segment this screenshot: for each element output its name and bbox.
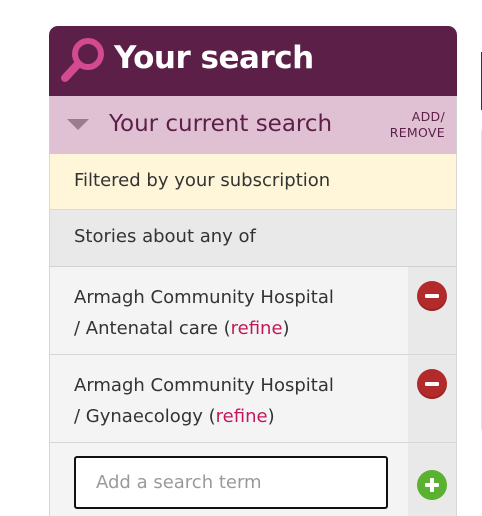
term-title: Armagh Community Hospital <box>74 375 334 396</box>
stories-about-label: Stories about any of <box>49 210 457 267</box>
term-suffix: ) <box>267 406 275 427</box>
search-term-row: Armagh Community Hospital / Antenatal ca… <box>49 267 457 355</box>
add-term-button[interactable] <box>417 470 447 500</box>
add-remove-link[interactable]: ADD/ REMOVE <box>390 109 445 141</box>
add-remove-line2[interactable]: REMOVE <box>390 125 445 141</box>
current-search-bar[interactable]: Your current search ADD/ REMOVE <box>49 96 457 154</box>
term-suffix: ) <box>282 318 290 339</box>
term-action-column <box>408 355 456 442</box>
remove-term-button[interactable] <box>417 281 447 311</box>
add-action-column <box>408 443 456 516</box>
your-search-panel: Your search Your current search ADD/ REM… <box>49 26 457 516</box>
collapse-caret-icon[interactable] <box>67 119 89 130</box>
magnifier-icon <box>61 38 104 82</box>
panel-header: Your search <box>49 26 457 96</box>
refine-link[interactable]: refine <box>216 406 268 427</box>
search-term-text: Armagh Community Hospital / Gynaecology … <box>74 370 374 432</box>
term-subtitle: / Antenatal care ( <box>74 318 231 339</box>
refine-link[interactable]: refine <box>231 318 283 339</box>
term-action-column <box>408 267 456 354</box>
add-remove-line1[interactable]: ADD/ <box>390 109 445 125</box>
add-term-row <box>49 443 457 516</box>
term-title: Armagh Community Hospital <box>74 287 334 308</box>
page-title: Your search <box>114 40 314 76</box>
current-search-label[interactable]: Your current search <box>109 111 332 137</box>
term-subtitle: / Gynaecology ( <box>74 406 216 427</box>
subscription-filter-notice: Filtered by your subscription <box>49 154 457 210</box>
search-term-text: Armagh Community Hospital / Antenatal ca… <box>74 282 374 344</box>
search-term-input[interactable] <box>74 456 388 509</box>
remove-term-button[interactable] <box>417 369 447 399</box>
search-term-row: Armagh Community Hospital / Gynaecology … <box>49 355 457 443</box>
